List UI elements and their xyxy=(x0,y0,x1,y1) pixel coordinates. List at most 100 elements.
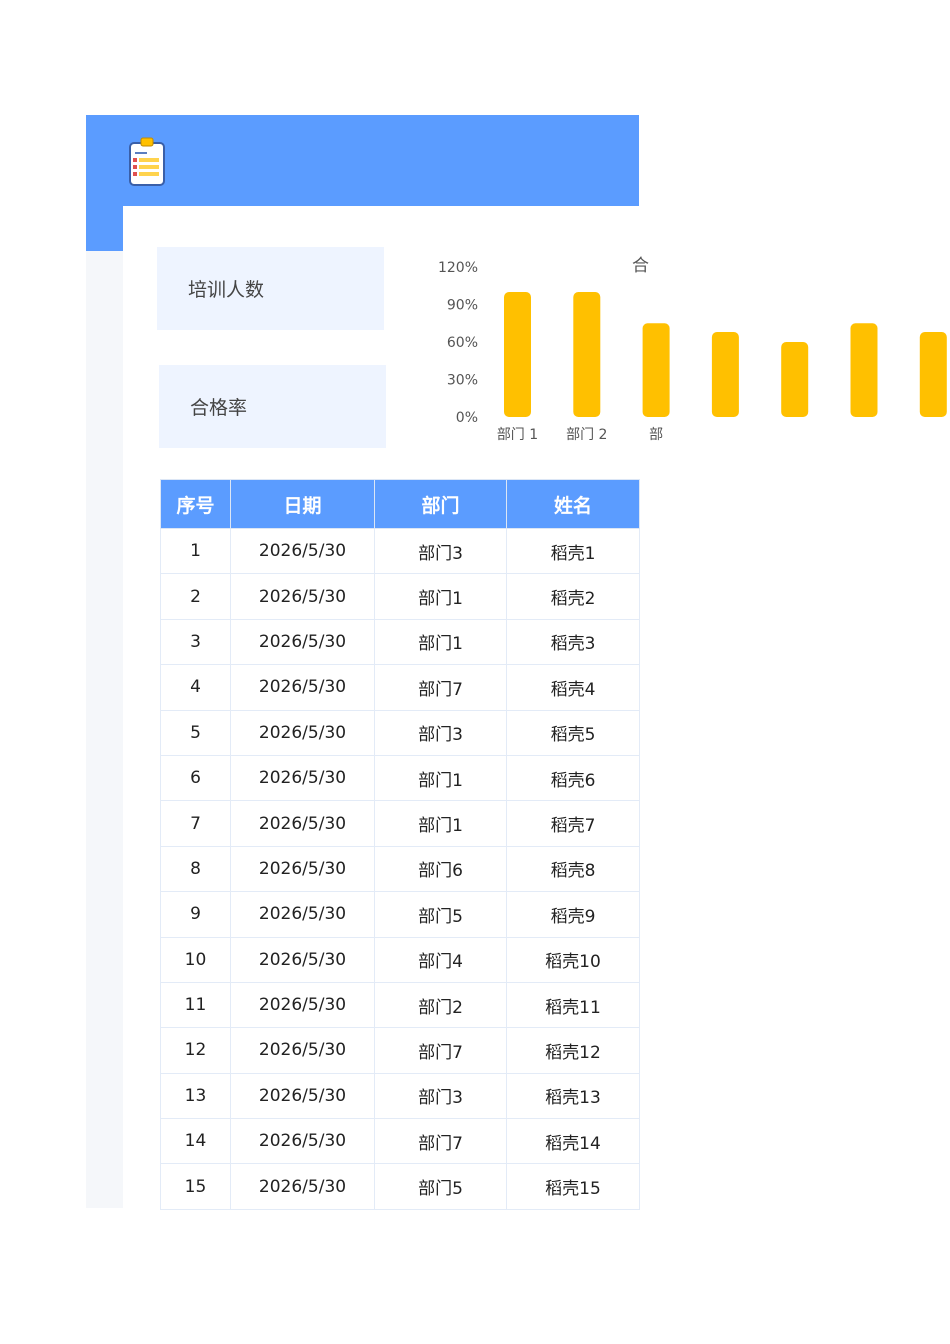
table-cell: 稻壳1 xyxy=(506,527,640,575)
x-tick-label: 部门 1 xyxy=(497,427,538,443)
chart-title: 合 xyxy=(632,256,649,276)
table-cell: 部门7 xyxy=(374,1027,507,1074)
table-cell: 2026/5/30 xyxy=(230,754,375,802)
table-cell: 部门1 xyxy=(374,800,507,847)
table-cell: 2026/5/30 xyxy=(230,709,375,756)
table-cell: 3 xyxy=(160,618,231,666)
table-row[interactable]: 1 2026/5/30 部门3 稻壳1 xyxy=(160,527,640,575)
column-header: 日期 xyxy=(230,479,375,529)
table-cell: 1 xyxy=(160,527,231,575)
table-cell: 2026/5/30 xyxy=(230,981,375,1029)
trainee-table-wrap: 序号 日期 部门 姓名 1 2026/5/30 部门3 稻壳1 2 2026/5/30 部门1 稻壳… xyxy=(160,479,640,1210)
table-cell: 稻壳15 xyxy=(506,1163,640,1210)
table-cell: 稻壳2 xyxy=(506,573,640,620)
table-cell: 稻壳9 xyxy=(506,891,640,938)
table-row[interactable]: 14 2026/5/30 部门7 稻壳14 xyxy=(160,1118,640,1165)
table-row[interactable]: 4 2026/5/30 部门7 稻壳4 xyxy=(160,664,640,711)
chart-bar xyxy=(850,323,878,417)
table-cell: 7 xyxy=(160,800,231,847)
trainee-count-card: 培训人数 xyxy=(157,247,384,330)
x-tick-label: 部门 2 xyxy=(566,427,607,443)
trainee-table: 序号 日期 部门 姓名 1 2026/5/30 部门3 稻壳1 2 2026/5/30 部门1 稻壳… xyxy=(160,479,640,1210)
table-cell: 稻壳11 xyxy=(506,981,640,1029)
table-row[interactable]: 11 2026/5/30 部门2 稻壳11 xyxy=(160,981,640,1029)
pass-rate-label: 合格率 xyxy=(190,397,248,419)
table-cell: 部门3 xyxy=(374,709,507,756)
clipboard-icon xyxy=(129,137,165,186)
table-cell: 2026/5/30 xyxy=(230,1118,375,1165)
y-tick-label: 0% xyxy=(456,410,478,426)
table-cell: 部门6 xyxy=(374,845,507,893)
left-sidebar xyxy=(86,206,123,1208)
chart-bar xyxy=(919,332,947,417)
table-cell: 13 xyxy=(160,1072,231,1120)
table-cell: 2026/5/30 xyxy=(230,891,375,938)
table-cell: 2026/5/30 xyxy=(230,1163,375,1210)
table-cell: 部门5 xyxy=(374,1163,507,1210)
table-cell: 稻壳14 xyxy=(506,1118,640,1165)
table-cell: 15 xyxy=(160,1163,231,1210)
table-row[interactable]: 15 2026/5/30 部门5 稻壳15 xyxy=(160,1163,640,1210)
pass-rate-chart: 合 0% 30% 60% 90% 120% 部门 1 部门 2 部 xyxy=(438,256,947,443)
table-row[interactable]: 8 2026/5/30 部门6 稻壳8 xyxy=(160,845,640,893)
table-row[interactable]: 10 2026/5/30 部门4 稻壳10 xyxy=(160,936,640,983)
column-header: 部门 xyxy=(374,479,507,529)
chart-bar xyxy=(781,342,809,417)
table-cell: 部门7 xyxy=(374,1118,507,1165)
table-cell: 2026/5/30 xyxy=(230,1072,375,1120)
sidebar-accent xyxy=(86,206,123,251)
table-cell: 部门3 xyxy=(374,527,507,575)
y-tick-label: 30% xyxy=(447,373,478,389)
column-header: 序号 xyxy=(160,479,231,529)
table-cell: 2026/5/30 xyxy=(230,527,375,575)
table-row[interactable]: 12 2026/5/30 部门7 稻壳12 xyxy=(160,1027,640,1074)
table-cell: 稻壳4 xyxy=(506,664,640,711)
table-row[interactable]: 7 2026/5/30 部门1 稻壳7 xyxy=(160,800,640,847)
y-tick-label: 90% xyxy=(447,298,478,314)
table-cell: 2026/5/30 xyxy=(230,936,375,983)
table-cell: 2026/5/30 xyxy=(230,618,375,666)
table-cell: 稻壳7 xyxy=(506,800,640,847)
y-tick-label: 120% xyxy=(438,260,478,276)
table-row[interactable]: 13 2026/5/30 部门3 稻壳13 xyxy=(160,1072,640,1120)
y-tick-label: 60% xyxy=(447,335,478,351)
table-row[interactable]: 9 2026/5/30 部门5 稻壳9 xyxy=(160,891,640,938)
table-cell: 部门3 xyxy=(374,1072,507,1120)
table-cell: 4 xyxy=(160,664,231,711)
table-row[interactable]: 6 2026/5/30 部门1 稻壳6 xyxy=(160,754,640,802)
table-cell: 部门7 xyxy=(374,664,507,711)
trainee-count-label: 培训人数 xyxy=(188,279,265,301)
table-cell: 稻壳8 xyxy=(506,845,640,893)
table-cell: 2026/5/30 xyxy=(230,573,375,620)
table-cell: 2026/5/30 xyxy=(230,800,375,847)
table-cell: 部门5 xyxy=(374,891,507,938)
table-header-row: 序号 日期 部门 姓名 xyxy=(160,479,640,529)
table-cell: 2 xyxy=(160,573,231,620)
table-cell: 2026/5/30 xyxy=(230,664,375,711)
table-row[interactable]: 2 2026/5/30 部门1 稻壳2 xyxy=(160,573,640,620)
table-cell: 稻壳13 xyxy=(506,1072,640,1120)
table-cell: 14 xyxy=(160,1118,231,1165)
table-cell: 2026/5/30 xyxy=(230,1027,375,1074)
table-row[interactable]: 5 2026/5/30 部门3 稻壳5 xyxy=(160,709,640,756)
column-header: 姓名 xyxy=(506,479,640,529)
table-cell: 8 xyxy=(160,845,231,893)
table-body: 1 2026/5/30 部门3 稻壳1 2 2026/5/30 部门1 稻壳2 3 2026/5/… xyxy=(160,527,640,1210)
table-cell: 部门4 xyxy=(374,936,507,983)
chart-bar xyxy=(711,332,739,417)
table-cell: 2026/5/30 xyxy=(230,845,375,893)
chart-bar xyxy=(642,323,670,417)
table-cell: 部门2 xyxy=(374,981,507,1029)
table-cell: 12 xyxy=(160,1027,231,1074)
table-cell: 5 xyxy=(160,709,231,756)
table-cell: 9 xyxy=(160,891,231,938)
table-cell: 稻壳10 xyxy=(506,936,640,983)
chart-bar xyxy=(504,292,531,417)
x-tick-label: 部 xyxy=(649,427,663,443)
table-cell: 稻壳3 xyxy=(506,618,640,666)
table-cell: 11 xyxy=(160,981,231,1029)
header-banner xyxy=(86,115,639,206)
table-cell: 部门1 xyxy=(374,573,507,620)
chart-bar xyxy=(573,292,601,417)
table-row[interactable]: 3 2026/5/30 部门1 稻壳3 xyxy=(160,618,640,666)
